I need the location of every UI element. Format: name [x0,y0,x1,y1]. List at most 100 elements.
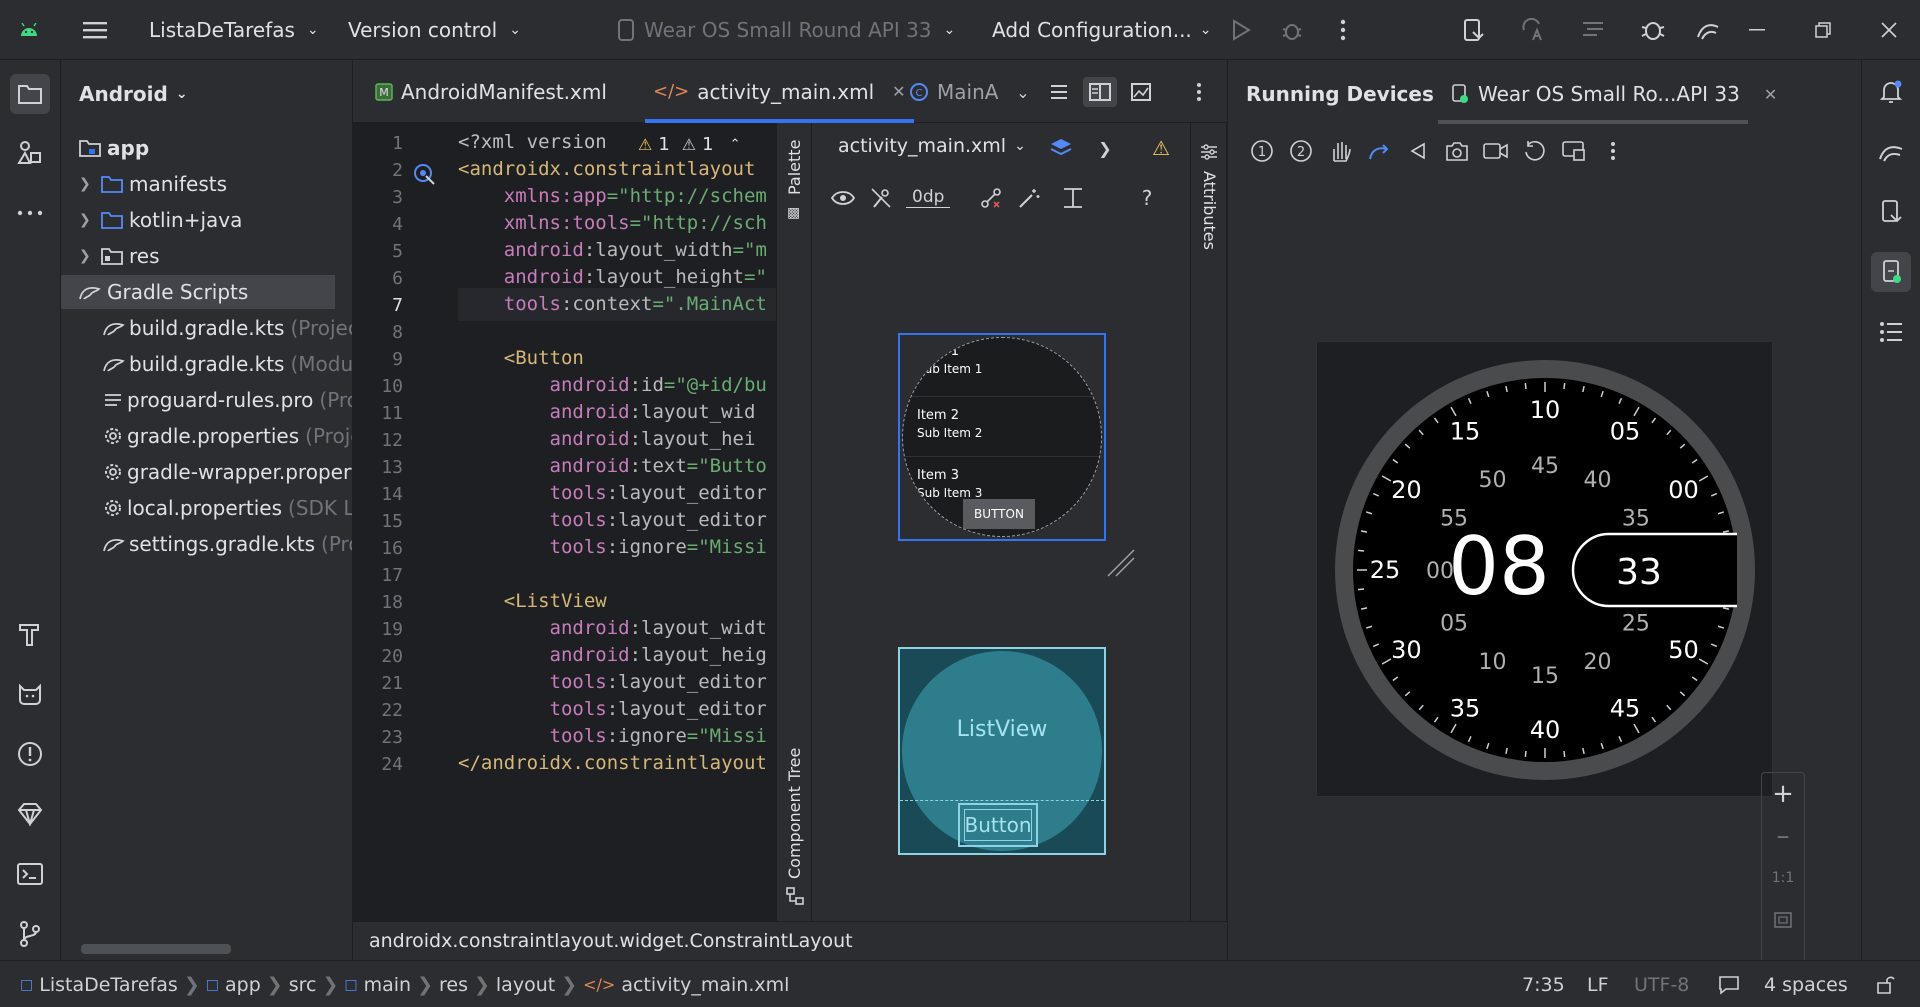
autoconnect-off-icon[interactable] [868,185,894,211]
lock-icon[interactable] [1875,961,1895,1007]
snapshot-restore-icon[interactable] [1521,137,1549,165]
tab-android-manifest[interactable]: M AndroidManifest.xml [375,60,607,123]
view-options-eye-icon[interactable] [830,185,856,211]
resource-manager-icon[interactable] [10,132,50,172]
close-tab-icon[interactable]: ✕ [1764,85,1777,104]
indent-setting[interactable]: 4 spaces [1764,961,1848,1007]
attributes-sliders-icon[interactable] [1200,143,1218,161]
project-view-selector[interactable]: Android ⌄ [79,82,188,106]
breadcrumb-item[interactable]: activity_main.xml [621,974,789,996]
tree-item-app[interactable]: app [61,131,352,165]
tab-list-chevron-icon[interactable]: ⌄ [1009,80,1037,104]
zoom-out-icon[interactable]: – [1762,815,1804,857]
breadcrumb-item[interactable]: src [289,974,317,996]
gemini-assistant-icon[interactable] [1871,132,1911,172]
chevron-right-icon[interactable]: ❯ [1092,135,1118,161]
terminal-icon[interactable] [10,854,50,894]
device-display[interactable]: 1005005550454035302520155045403530252015… [1316,341,1773,797]
design-mode-icon[interactable] [1048,135,1074,161]
tab-main-activity[interactable]: C MainA [909,60,998,123]
debug-icon[interactable] [1279,17,1305,43]
infer-constraints-icon[interactable] [1016,185,1042,211]
breadcrumb-item[interactable]: app [225,974,261,996]
design-preview[interactable]: Item 1 Sub Item 1 Item 2 Sub Item 2 Item… [898,333,1106,541]
clear-constraints-icon[interactable] [978,185,1004,211]
running-devices-icon[interactable] [1871,252,1911,292]
layout-file-selector[interactable]: activity_main.xml ⌄ [838,135,1026,157]
caret-position[interactable]: 7:35 [1522,961,1565,1007]
main-menu-icon[interactable] [82,17,108,43]
build-variants-icon[interactable] [1580,17,1606,43]
screenshot-camera-icon[interactable] [1443,137,1471,165]
tree-item-gradle-wrapper-properties[interactable]: gradle-wrapper.properti [61,455,352,489]
device-mirroring-icon[interactable] [1560,137,1588,165]
attributes-tab[interactable]: Attributes [1200,171,1219,250]
notifications-bell-icon[interactable] [1871,72,1911,112]
tree-item-settings-gradle[interactable]: settings.gradle.kts (Proj [61,527,352,561]
tree-item-build-gradle-project[interactable]: build.gradle.kts (Project [61,311,352,345]
tree-item-build-gradle-module[interactable]: build.gradle.kts (Module [61,347,352,381]
zoom-fit-icon[interactable] [1762,899,1804,941]
device-tab[interactable]: Wear OS Small Ro...API 33 ✕ [1450,82,1777,106]
restore-icon[interactable] [1810,17,1836,43]
tree-item-gradle-scripts[interactable]: Gradle Scripts [61,275,335,309]
resize-handle-icon[interactable] [1106,548,1136,578]
palette-tab[interactable]: Palette [785,140,804,195]
gem-icon[interactable] [10,794,50,834]
tabs-more-icon[interactable] [1185,80,1213,104]
button-1-icon[interactable]: 1 [1248,137,1276,165]
minimize-icon[interactable] [1744,17,1770,43]
guidelines-icon[interactable] [1060,185,1086,211]
palm-icon[interactable] [1326,137,1354,165]
component-gutter-icon[interactable] [413,163,435,185]
layout-warning-icon[interactable]: ⚠ [1148,135,1174,161]
tree-item-local-properties[interactable]: local.properties (SDK Lo [61,491,352,525]
zoom-in-icon[interactable]: + [1762,773,1804,815]
run-config-selector[interactable]: Add Configuration... ⌄ [992,0,1212,60]
help-icon[interactable]: ? [1134,185,1160,211]
close-tab-icon[interactable]: ✕ [892,82,905,101]
tilt-icon[interactable] [1365,137,1393,165]
logcat-icon[interactable] [10,674,50,714]
device-selector[interactable]: Wear OS Small Round API 33 ⌄ [618,0,955,60]
run-icon[interactable] [1228,17,1254,43]
line-separator[interactable]: LF [1587,961,1609,1007]
tree-item-kotlin-java[interactable]: ❯ kotlin+java [61,203,352,237]
vcs-menu[interactable]: Version control ⌄ [348,0,521,60]
breadcrumb-item[interactable]: ListaDeTarefas [39,974,178,996]
code-editor[interactable]: <?xml version <androidx.constraintlayout … [458,123,776,921]
default-margin-field[interactable]: 0dp [906,187,951,208]
project-selector[interactable]: ListaDeTarefas ⌄ [149,0,319,60]
close-icon[interactable] [1876,17,1902,43]
more-vertical-icon[interactable] [1599,137,1627,165]
build-hammer-icon[interactable] [10,614,50,654]
blueprint-preview[interactable]: ListView Button [898,647,1106,855]
problems-icon[interactable] [10,734,50,774]
code-view-icon[interactable] [1045,80,1073,104]
breadcrumb-item[interactable]: main [364,974,411,996]
breadcrumb-item[interactable]: layout [496,974,555,996]
component-tree-tab[interactable]: Component Tree [785,748,804,879]
screen-record-icon[interactable] [1482,137,1510,165]
more-tools-icon[interactable] [10,193,50,233]
tree-item-proguard[interactable]: proguard-rules.pro (Pro [61,383,352,417]
tree-item-res[interactable]: ❯ res [61,239,352,273]
translate-icon[interactable] [1520,17,1546,43]
horizontal-scrollbar[interactable] [81,944,231,954]
back-icon[interactable] [1404,137,1432,165]
device-manager-icon[interactable] [1460,17,1486,43]
structure-list-icon[interactable] [1871,312,1911,352]
split-view-icon[interactable] [1083,77,1117,107]
button-2-icon[interactable]: 2 [1287,137,1315,165]
file-encoding[interactable]: UTF-8 [1634,961,1689,1007]
breadcrumb-item[interactable]: res [439,974,468,996]
gemini-icon[interactable] [1695,17,1721,43]
tab-activity-main[interactable]: </> activity_main.xml ✕ [645,60,914,123]
previous-highlight-icon[interactable]: ⌃ [730,137,741,152]
project-folder-icon[interactable] [10,74,50,114]
readonly-toggle-icon[interactable] [1718,961,1740,1007]
zoom-actual-size[interactable]: 1:1 [1762,857,1804,899]
tree-item-gradle-properties[interactable]: gradle.properties (Proje [61,419,352,453]
more-vertical-icon[interactable] [1330,17,1356,43]
design-view-icon[interactable] [1127,80,1155,104]
